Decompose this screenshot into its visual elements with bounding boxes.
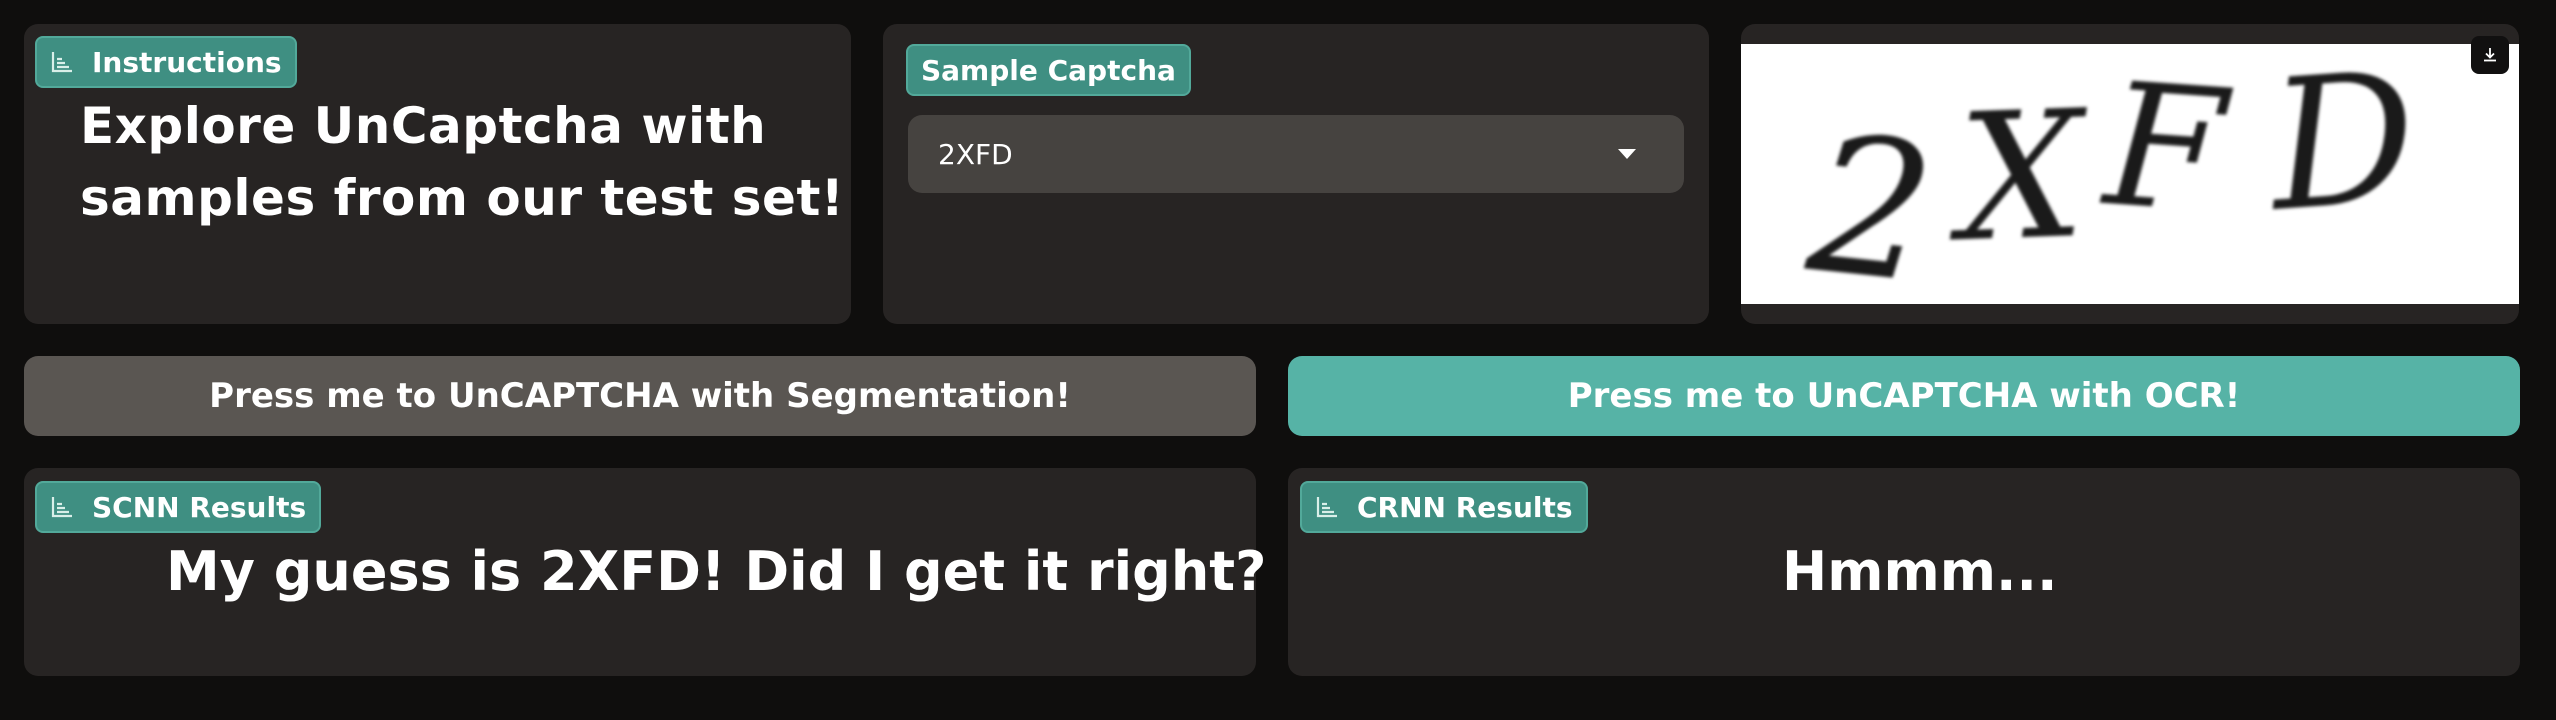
uncaptcha-segmentation-button[interactable]: Press me to UnCAPTCHA with Segmentation! xyxy=(24,356,1256,436)
captcha-image: 2 X F D xyxy=(1741,44,2519,304)
sample-captcha-dropdown[interactable]: 2XFD xyxy=(908,115,1684,193)
chart-icon xyxy=(50,495,74,519)
scnn-result-text: My guess is 2XFD! Did I get it right? xyxy=(166,540,1267,603)
sample-captcha-badge-label: Sample Captcha xyxy=(921,53,1176,87)
crnn-results-badge: CRNN Results xyxy=(1300,481,1588,533)
download-icon xyxy=(2480,45,2500,65)
instructions-badge: Instructions xyxy=(35,36,297,88)
scnn-results-badge: SCNN Results xyxy=(35,481,322,533)
sample-captcha-badge: Sample Captcha xyxy=(906,44,1191,96)
captcha-char-2: X xyxy=(1955,73,2088,282)
instructions-badge-label: Instructions xyxy=(92,45,282,79)
sample-captcha-selected-value: 2XFD xyxy=(938,137,1013,171)
uncaptcha-ocr-button[interactable]: Press me to UnCAPTCHA with OCR! xyxy=(1288,356,2520,436)
instructions-line-1: Explore UnCaptcha with xyxy=(80,97,767,155)
instructions-line-2: samples from our test set! xyxy=(80,169,845,227)
scnn-results-badge-label: SCNN Results xyxy=(92,490,307,524)
crnn-result-text: Hmmm... xyxy=(1782,540,2058,603)
download-button[interactable] xyxy=(2471,36,2509,74)
chart-icon xyxy=(1315,495,1339,519)
chevron-down-icon[interactable] xyxy=(1618,149,1636,159)
crnn-results-badge-label: CRNN Results xyxy=(1357,490,1573,524)
captcha-char-1: 2 xyxy=(1799,93,1944,304)
captcha-char-4: D xyxy=(2263,44,2423,252)
chart-icon xyxy=(50,50,74,74)
captcha-char-3: F xyxy=(2099,46,2231,252)
instructions-text: Explore UnCaptcha with samples from our … xyxy=(80,90,844,234)
